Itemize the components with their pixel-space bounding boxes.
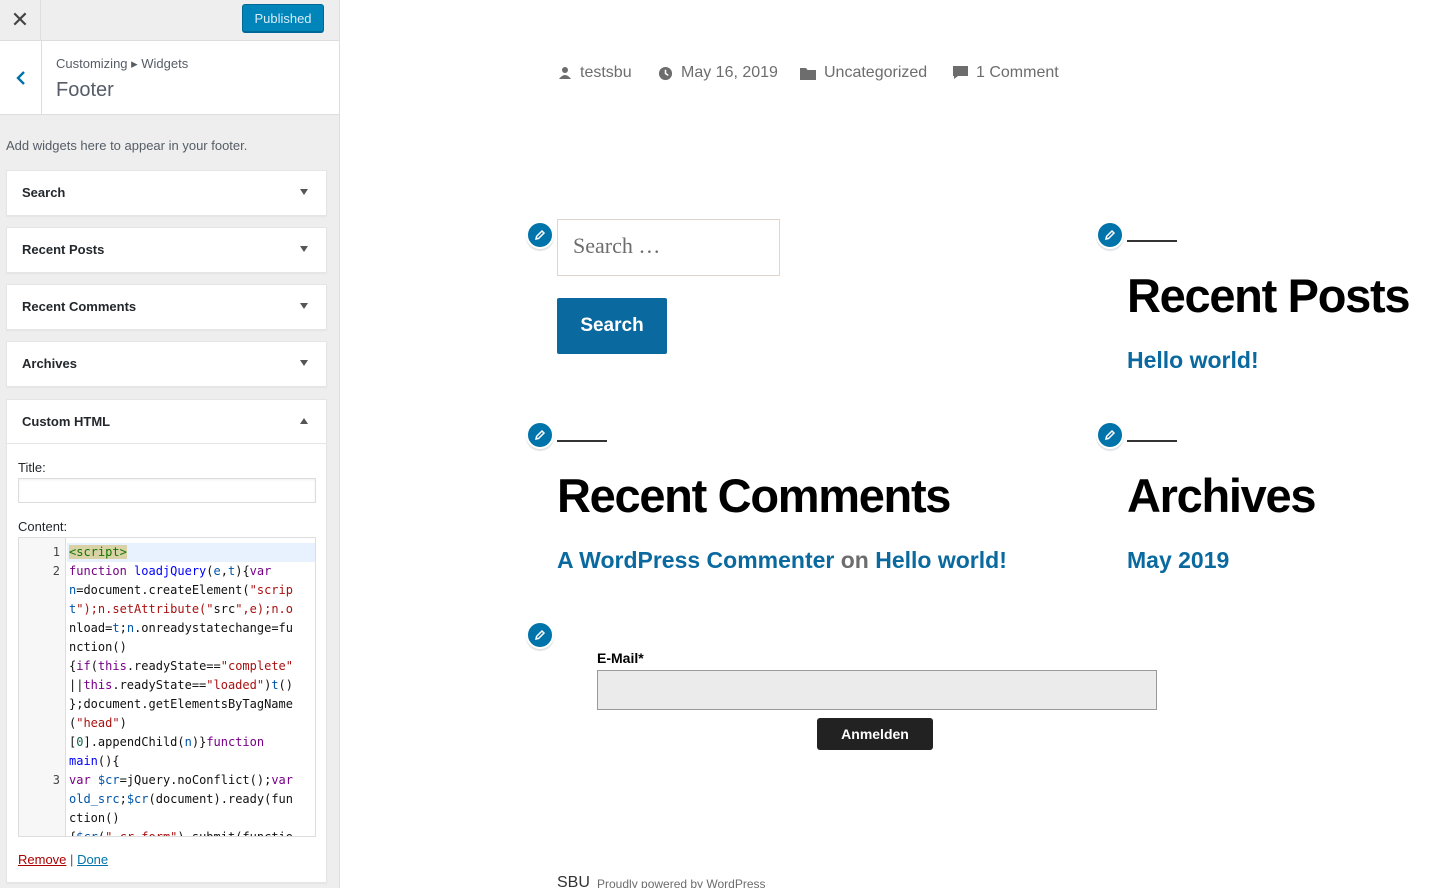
pencil-icon	[534, 629, 546, 641]
title-field[interactable]	[18, 478, 316, 503]
archives-heading: Archives	[1127, 469, 1316, 522]
recent-post-link[interactable]: Hello world!	[1127, 347, 1259, 374]
footer-site-name[interactable]: SBU	[557, 874, 590, 888]
comments-text[interactable]: 1 Comment	[976, 64, 1059, 82]
post-author: testsbu	[558, 64, 632, 82]
search-input[interactable]: Search …	[557, 219, 780, 276]
author-name[interactable]: testsbu	[580, 64, 632, 82]
widget-header[interactable]: Custom HTML	[7, 400, 326, 444]
code-line: main(){	[69, 754, 120, 768]
email-label: E-Mail*	[597, 650, 644, 666]
widget-title: Recent Posts	[22, 242, 105, 257]
recent-comments-heading: Recent Comments	[557, 469, 951, 522]
folder-icon	[800, 67, 816, 80]
close-customizer-button[interactable]: ✕	[0, 0, 41, 40]
collapse-arrow-icon[interactable]	[300, 418, 308, 424]
footer-powered-by[interactable]: Proudly powered by WordPress	[597, 877, 766, 888]
line-number-gutter: 1 2 3	[19, 538, 66, 836]
close-icon: ✕	[10, 7, 30, 32]
code-line: ("head")	[69, 716, 127, 730]
comment-icon	[953, 66, 968, 79]
done-link[interactable]: Done	[77, 852, 108, 867]
pencil-icon	[1104, 229, 1116, 241]
pencil-icon	[534, 429, 546, 441]
widget-recent-posts[interactable]: Recent Posts	[6, 227, 327, 273]
code-line: n=document.createElement("scrip	[69, 583, 293, 597]
code-line: nload=t;n.onreadystatechange=fu	[69, 621, 294, 635]
archive-link[interactable]: May 2019	[1127, 547, 1229, 574]
pencil-icon	[1104, 429, 1116, 441]
code-line: {if(this.readyState=="complete"	[69, 659, 293, 673]
chevron-left-icon	[15, 70, 25, 85]
code-line: {$cr(".cr_form").submit(functio	[69, 830, 293, 837]
code-line: };document.getElementsByTagName	[69, 697, 293, 711]
code-line: t");n.setAttribute("src",e);n.o	[69, 602, 293, 616]
date-text[interactable]: May 16, 2019	[681, 64, 778, 82]
section-title: Footer	[56, 79, 114, 101]
code-line: ||this.readyState=="loaded")t()	[69, 678, 293, 692]
back-button[interactable]	[0, 41, 42, 114]
comment-author-link[interactable]: A WordPress Commenter	[557, 547, 834, 573]
comment-post-link[interactable]: Hello world!	[875, 547, 1007, 573]
widget-recent-comments[interactable]: Recent Comments	[6, 284, 327, 330]
line-number: 1	[52, 545, 60, 559]
widget-custom-html: Custom HTML Title: Content: 1 2 3 <scrip…	[6, 399, 327, 883]
widget-title: Search	[22, 185, 66, 200]
title-label: Title:	[18, 460, 46, 475]
heading-divider	[1127, 440, 1177, 442]
widget-title: Archives	[22, 356, 77, 371]
widget-title: Custom HTML	[22, 414, 111, 429]
post-date: May 16, 2019	[658, 64, 778, 82]
publish-button[interactable]: Published	[242, 4, 324, 32]
remove-link[interactable]: Remove	[18, 852, 66, 867]
section-header: Customizing ▸ Widgets Footer	[0, 41, 339, 115]
search-button[interactable]: Search	[557, 298, 667, 354]
expand-arrow-icon[interactable]	[300, 360, 308, 366]
edit-shortcut-button[interactable]	[1096, 421, 1124, 449]
code-line: nction()	[69, 640, 127, 654]
widget-actions: Remove | Done	[18, 852, 108, 867]
line-number: 3	[52, 773, 60, 787]
customizer-sidebar: ✕ Published Customizing ▸ Widgets Footer…	[0, 0, 340, 888]
user-icon	[559, 67, 571, 79]
widget-search[interactable]: Search	[6, 170, 327, 216]
widget-archives[interactable]: Archives	[6, 341, 327, 387]
recent-comment-item: A WordPress Commenter on Hello world!	[557, 547, 1007, 574]
code-line: ction()	[69, 811, 120, 825]
heading-divider	[1127, 240, 1177, 242]
code-line: var $cr=jQuery.noConflict();var	[69, 773, 294, 787]
code-editor[interactable]: 1 2 3 <script> function loadjQuery(e,t){v…	[18, 537, 316, 837]
edit-shortcut-button[interactable]	[526, 621, 554, 649]
widget-title: Recent Comments	[22, 299, 137, 314]
pencil-icon	[534, 229, 546, 241]
site-preview: testsbu May 16, 2019 Uncategorized 1 Com…	[341, 0, 1446, 888]
separator: |	[70, 852, 74, 867]
code-line: old_src;$cr(document).ready(fun	[69, 792, 293, 806]
edit-shortcut-button[interactable]	[526, 421, 554, 449]
email-field[interactable]	[597, 670, 1157, 710]
edit-shortcut-button[interactable]	[526, 221, 554, 249]
code-line: <script>	[69, 545, 127, 559]
recent-posts-heading: Recent Posts	[1127, 269, 1410, 322]
content-label: Content:	[18, 519, 68, 534]
expand-arrow-icon[interactable]	[300, 246, 308, 252]
clock-icon	[658, 66, 673, 80]
on-word: on	[840, 547, 869, 573]
edit-shortcut-button[interactable]	[1096, 221, 1124, 249]
expand-arrow-icon[interactable]	[300, 303, 308, 309]
category-text[interactable]: Uncategorized	[824, 64, 927, 82]
subscribe-button[interactable]: Anmelden	[817, 718, 933, 750]
code-line: [0].appendChild(n)}function	[69, 735, 265, 749]
post-category: Uncategorized	[800, 64, 927, 82]
breadcrumb: Customizing ▸ Widgets	[56, 56, 189, 71]
customizer-header: ✕ Published	[0, 0, 339, 41]
code-line: function loadjQuery(e,t){var	[69, 564, 272, 578]
heading-divider	[557, 440, 607, 442]
post-comments: 1 Comment	[953, 64, 1059, 82]
section-description: Add widgets here to appear in your foote…	[6, 138, 248, 153]
expand-arrow-icon[interactable]	[300, 189, 308, 195]
line-number: 2	[52, 564, 60, 578]
